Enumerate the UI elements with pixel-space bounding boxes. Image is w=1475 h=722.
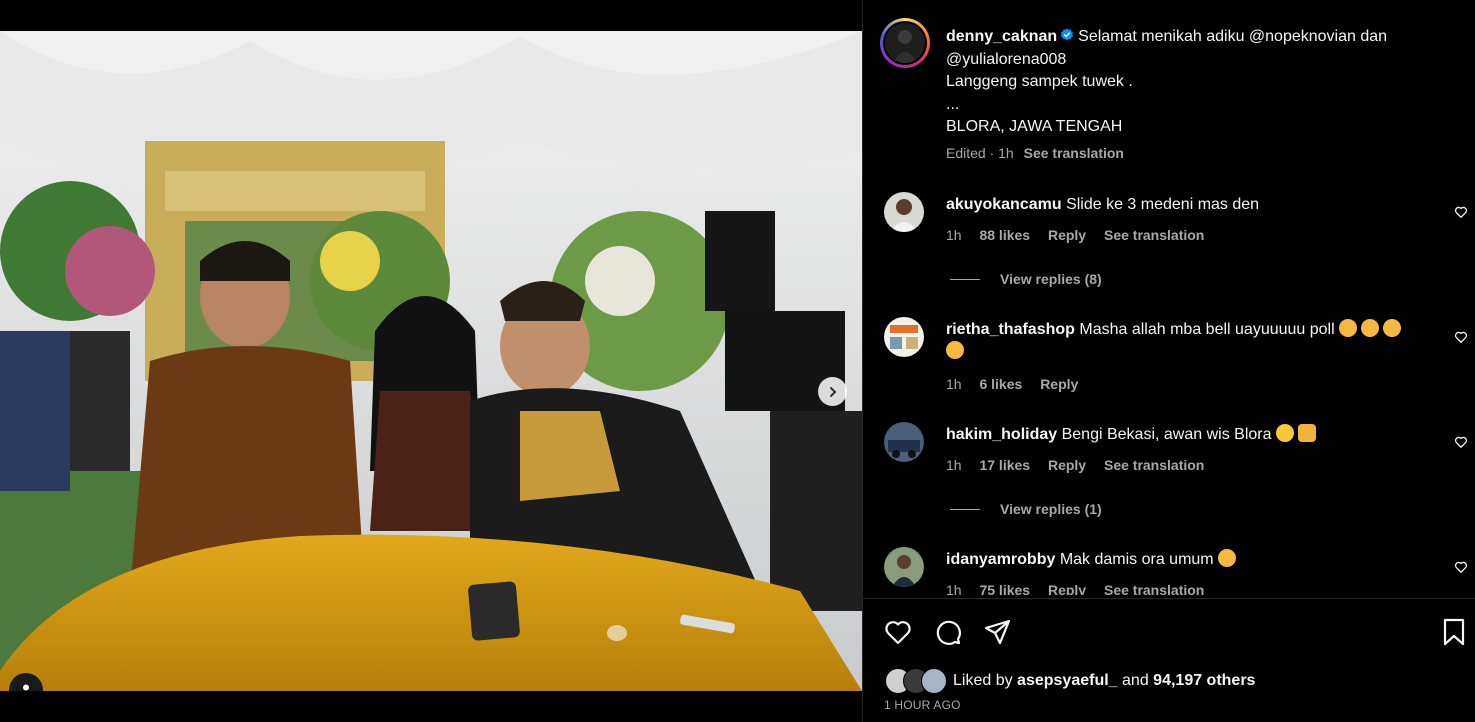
wedding-photo bbox=[0, 31, 862, 691]
heart-icon[interactable] bbox=[883, 617, 913, 647]
likes-prefix: Liked by bbox=[953, 672, 1013, 689]
caption-line-4: ... bbox=[946, 95, 960, 113]
comment-username[interactable]: idanyamrobby bbox=[946, 551, 1055, 568]
heart-eyes-emoji-icon bbox=[1338, 319, 1357, 337]
comment-like-heart-icon[interactable] bbox=[1454, 560, 1468, 574]
carousel-next-button[interactable] bbox=[818, 377, 847, 406]
likes-summary[interactable]: Liked by asepsyaeful_ and 94,197 others bbox=[885, 668, 1255, 694]
comment-see-translation[interactable]: See translation bbox=[1104, 227, 1204, 243]
liker-avatars bbox=[885, 668, 947, 694]
user-tag-icon bbox=[23, 684, 29, 691]
comment-username[interactable]: rietha_thafashop bbox=[946, 321, 1075, 338]
caption-line-5: BLORA, JAWA TENGAH bbox=[946, 118, 1123, 135]
heart-eyes-emoji-icon bbox=[1382, 319, 1401, 337]
comment-text: Bengi Bekasi, awan wis Blora bbox=[1061, 426, 1272, 443]
comment-like-heart-icon[interactable] bbox=[1454, 435, 1468, 449]
heart-eyes-emoji-icon bbox=[1217, 549, 1236, 567]
astonished-emoji-icon bbox=[1275, 424, 1294, 442]
comment-time: 1h bbox=[946, 227, 962, 243]
caption-meta: Edited · 1h See translation bbox=[946, 145, 1124, 161]
author-avatar-image bbox=[885, 23, 925, 63]
chevron-right-icon bbox=[829, 386, 836, 397]
caption-edited-time: Edited · 1h bbox=[946, 145, 1014, 161]
heart-eyes-emoji-icon bbox=[946, 341, 964, 359]
caption-see-translation[interactable]: See translation bbox=[1024, 145, 1124, 161]
comment-see-translation[interactable]: See translation bbox=[1104, 457, 1204, 473]
comment-reply-button[interactable]: Reply bbox=[1048, 582, 1086, 595]
comment-time: 1h bbox=[946, 457, 962, 473]
comment-username[interactable]: akuyokancamu bbox=[946, 196, 1062, 213]
comment-icon[interactable] bbox=[933, 617, 963, 647]
comment-see-translation[interactable]: See translation bbox=[1104, 582, 1204, 595]
verified-badge-icon bbox=[1061, 28, 1074, 41]
comment-like-heart-icon[interactable] bbox=[1454, 205, 1468, 219]
comment-reply-button[interactable]: Reply bbox=[1040, 376, 1078, 392]
comment-likes[interactable]: 88 likes bbox=[979, 227, 1030, 243]
post-side-panel: denny_caknan Selamat menikah adiku @nopek… bbox=[862, 0, 1475, 722]
comment-likes[interactable]: 17 likes bbox=[979, 457, 1030, 473]
comment-likes[interactable]: 75 likes bbox=[979, 582, 1030, 595]
post-media[interactable] bbox=[0, 31, 862, 691]
author-avatar[interactable] bbox=[880, 18, 930, 68]
likes-others[interactable]: 94,197 others bbox=[1153, 672, 1255, 690]
comment-time: 1h bbox=[946, 582, 962, 595]
author-username[interactable]: denny_caknan bbox=[946, 28, 1057, 45]
caption-text: denny_caknan Selamat menikah adiku @nopek… bbox=[946, 26, 1446, 139]
view-replies-button[interactable]: View replies (8) bbox=[950, 271, 1102, 287]
heart-eyes-emoji-icon bbox=[1360, 319, 1379, 337]
post-actions-bar bbox=[863, 598, 1475, 646]
view-replies-button[interactable]: View replies (1) bbox=[950, 501, 1102, 517]
comment-time: 1h bbox=[946, 376, 962, 392]
comment-text: Slide ke 3 medeni mas den bbox=[1066, 196, 1260, 213]
commenter-avatar[interactable] bbox=[884, 317, 924, 357]
bookmark-icon[interactable] bbox=[1439, 617, 1469, 647]
clapping-hands-emoji-icon bbox=[1297, 424, 1316, 442]
commenter-avatar[interactable] bbox=[884, 192, 924, 232]
comment-likes[interactable]: 6 likes bbox=[979, 376, 1022, 392]
share-icon[interactable] bbox=[983, 617, 1013, 647]
comments-list[interactable]: akuyokancamu Slide ke 3 medeni mas den 1… bbox=[863, 180, 1475, 595]
likes-and: and bbox=[1122, 672, 1149, 689]
commenter-avatar[interactable] bbox=[884, 547, 924, 587]
comment-username[interactable]: hakim_holiday bbox=[946, 426, 1057, 443]
caption-line-3: Langgeng sampek tuwek . bbox=[946, 73, 1133, 90]
caption-line-2: @yulialorena008 bbox=[946, 50, 1067, 68]
comment-text: Masha allah mba bell uayuuuuu poll bbox=[1079, 321, 1335, 338]
comment-reply-button[interactable]: Reply bbox=[1048, 457, 1086, 473]
comment-reply-button[interactable]: Reply bbox=[1048, 227, 1086, 243]
commenter-avatar[interactable] bbox=[884, 422, 924, 462]
caption-line-1: Selamat menikah adiku @nopeknovian dan bbox=[1078, 28, 1388, 45]
comment-text: Mak damis ora umum bbox=[1059, 551, 1214, 568]
comment-like-heart-icon[interactable] bbox=[1454, 330, 1468, 344]
liker-username[interactable]: asepsyaeful_ bbox=[1017, 672, 1118, 690]
post-timestamp: 1 HOUR AGO bbox=[884, 698, 961, 712]
